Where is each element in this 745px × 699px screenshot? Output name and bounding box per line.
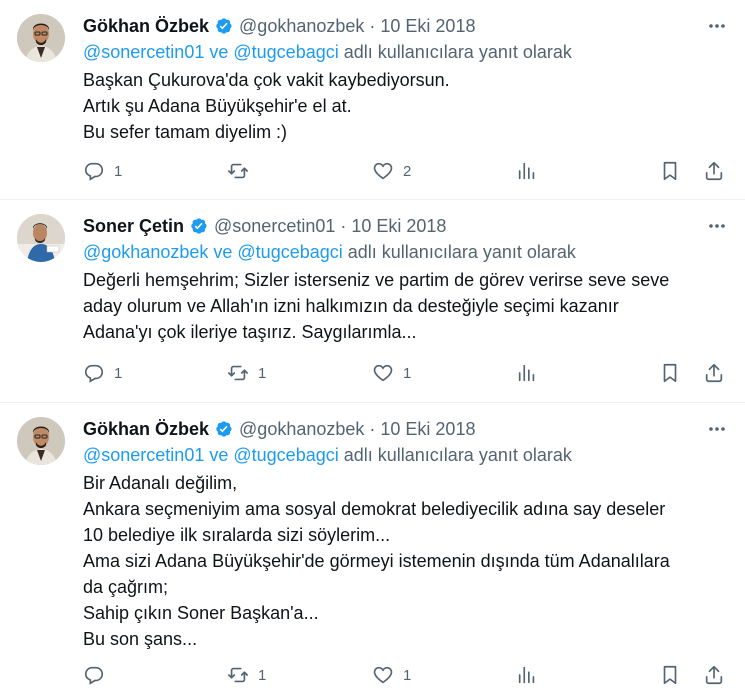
author-handle[interactable]: @sonercetin01 <box>214 216 335 237</box>
replying-to-suffix: adlı kullanıcılara yanıt olarak <box>343 445 572 465</box>
retweet-button[interactable] <box>227 158 258 184</box>
author-name[interactable]: Gökhan Özbek <box>83 16 209 37</box>
share-icon <box>705 161 723 181</box>
mention-link[interactable]: @sonercetin01 <box>83 445 204 465</box>
mention-link[interactable]: @tugcebagci <box>233 42 338 62</box>
replying-to-suffix: adlı kullanıcılara yanıt olarak <box>347 242 576 262</box>
share-icon <box>705 665 723 685</box>
tweet-text-line: Başkan Çukurova'da çok vakit kaybediyors… <box>83 70 450 90</box>
tweet[interactable]: Soner Çetin @sonercetin01 · 10 Eki 2018 … <box>0 200 745 403</box>
bookmark-icon <box>663 363 677 383</box>
retweet-icon <box>228 667 248 683</box>
more-dots-icon[interactable] <box>703 214 731 238</box>
share-button[interactable] <box>703 360 725 386</box>
share-button[interactable] <box>703 158 725 184</box>
reply-thread: Gökhan Özbek @gokhanozbek · 10 Eki 2018 … <box>0 0 745 699</box>
retweet-button[interactable]: 1 <box>227 360 266 386</box>
retweet-icon <box>228 365 248 381</box>
views-button[interactable] <box>516 158 538 184</box>
retweet-icon <box>228 163 248 179</box>
tweet-text: Bir Adanalı değilim, Ankara seçmeniyim a… <box>83 470 729 652</box>
reply-count: 1 <box>114 162 123 180</box>
tweet-text-line: Artık şu Adana Büyükşehir'e el at. <box>83 96 352 116</box>
replying-to: @sonercetin01 ve @tugcebagci adlı kullan… <box>83 39 729 65</box>
share-button[interactable] <box>703 662 725 688</box>
action-bar: 1 1 1 <box>83 360 729 386</box>
avatar[interactable] <box>17 417 65 465</box>
reply-icon <box>84 364 104 383</box>
views-button[interactable] <box>516 662 538 688</box>
tweet-text: Başkan Çukurova'da çok vakit kaybediyors… <box>83 67 729 145</box>
like-count: 1 <box>403 666 412 684</box>
reply-button[interactable]: 1 <box>83 158 122 184</box>
action-bar: 1 1 <box>83 662 729 688</box>
tweet-date[interactable]: 10 Eki 2018 <box>380 16 475 37</box>
connector-word[interactable]: ve <box>213 242 232 262</box>
heart-icon <box>373 364 393 382</box>
like-button[interactable]: 1 <box>372 662 411 688</box>
like-button[interactable]: 1 <box>372 360 411 386</box>
bookmark-button[interactable] <box>659 360 681 386</box>
like-count: 1 <box>403 364 412 382</box>
avatar[interactable] <box>17 214 65 262</box>
tweet[interactable]: Gökhan Özbek @gokhanozbek · 10 Eki 2018 … <box>0 0 745 200</box>
heart-icon <box>373 162 393 180</box>
tweet-date[interactable]: 10 Eki 2018 <box>380 419 475 440</box>
views-button[interactable] <box>516 360 538 386</box>
retweet-button[interactable]: 1 <box>227 662 266 688</box>
bookmark-icon <box>663 161 677 181</box>
tweet-text-line: 10 belediye ilk sıralarda sizi söylerim.… <box>83 525 391 545</box>
views-chart-icon <box>518 162 535 180</box>
tweet-text-line: Değerli hemşehrim; Sizler isterseniz ve … <box>83 270 670 290</box>
mention-link[interactable]: @tugcebagci <box>233 445 338 465</box>
tweet-text: Değerli hemşehrim; Sizler isterseniz ve … <box>83 267 729 345</box>
like-count: 2 <box>403 162 412 180</box>
reply-count: 1 <box>114 364 123 382</box>
tweet-date[interactable]: 10 Eki 2018 <box>351 216 446 237</box>
author-name[interactable]: Soner Çetin <box>83 216 184 237</box>
verified-badge-icon <box>213 419 233 439</box>
reply-button[interactable]: 1 <box>83 360 122 386</box>
share-icon <box>705 363 723 383</box>
reply-button[interactable] <box>83 662 114 688</box>
tweet-text-line: Sahip çıkın Soner Başkan'a... <box>83 603 319 623</box>
author-handle[interactable]: @gokhanozbek <box>239 419 364 440</box>
action-bar: 1 2 <box>83 158 729 184</box>
replying-to: @gokhanozbek ve @tugcebagci adlı kullanı… <box>83 239 729 265</box>
reply-icon <box>84 162 104 181</box>
tweet-text-line: Adana'yı çok ileriye taşırız. Saygılarım… <box>83 322 417 342</box>
bookmark-button[interactable] <box>659 662 681 688</box>
replying-to-suffix: adlı kullanıcılara yanıt olarak <box>343 42 572 62</box>
retweet-count: 1 <box>258 666 267 684</box>
tweet-text-line: Bu son şans... <box>83 629 198 649</box>
author-handle[interactable]: @gokhanozbek <box>239 16 364 37</box>
views-chart-icon <box>518 364 535 382</box>
mention-link[interactable]: @tugcebagci <box>237 242 342 262</box>
tweet-text-line: Ama sizi Adana Büyükşehir'de görmeyi ist… <box>83 551 670 571</box>
verified-badge-icon <box>188 216 208 236</box>
connector-word[interactable]: ve <box>209 42 228 62</box>
reply-icon <box>84 666 104 685</box>
like-button[interactable]: 2 <box>372 158 411 184</box>
author-name[interactable]: Gökhan Özbek <box>83 419 209 440</box>
heart-icon <box>373 666 393 684</box>
tweet-text-line: aday olurum ve Allah'ın izni halkımızın … <box>83 296 619 316</box>
more-dots-icon[interactable] <box>703 14 731 38</box>
avatar[interactable] <box>17 14 65 62</box>
mention-link[interactable]: @sonercetin01 <box>83 42 204 62</box>
mention-link[interactable]: @gokhanozbek <box>83 242 208 262</box>
retweet-count: 1 <box>258 364 267 382</box>
bookmark-button[interactable] <box>659 158 681 184</box>
tweet-text-line: Bir Adanalı değilim, <box>83 473 238 493</box>
replying-to: @sonercetin01 ve @tugcebagci adlı kullan… <box>83 442 729 468</box>
tweet-text-line: da çağrım; <box>83 577 169 597</box>
connector-word[interactable]: ve <box>209 445 228 465</box>
more-dots-icon[interactable] <box>703 417 731 441</box>
bookmark-icon <box>663 665 677 685</box>
tweet[interactable]: Gökhan Özbek @gokhanozbek · 10 Eki 2018 … <box>0 403 745 699</box>
tweet-text-line: Bu sefer tamam diyelim :) <box>83 122 288 142</box>
verified-badge-icon <box>213 16 233 36</box>
views-chart-icon <box>518 666 535 684</box>
tweet-text-line: Ankara seçmeniyim ama sosyal demokrat be… <box>83 499 666 519</box>
